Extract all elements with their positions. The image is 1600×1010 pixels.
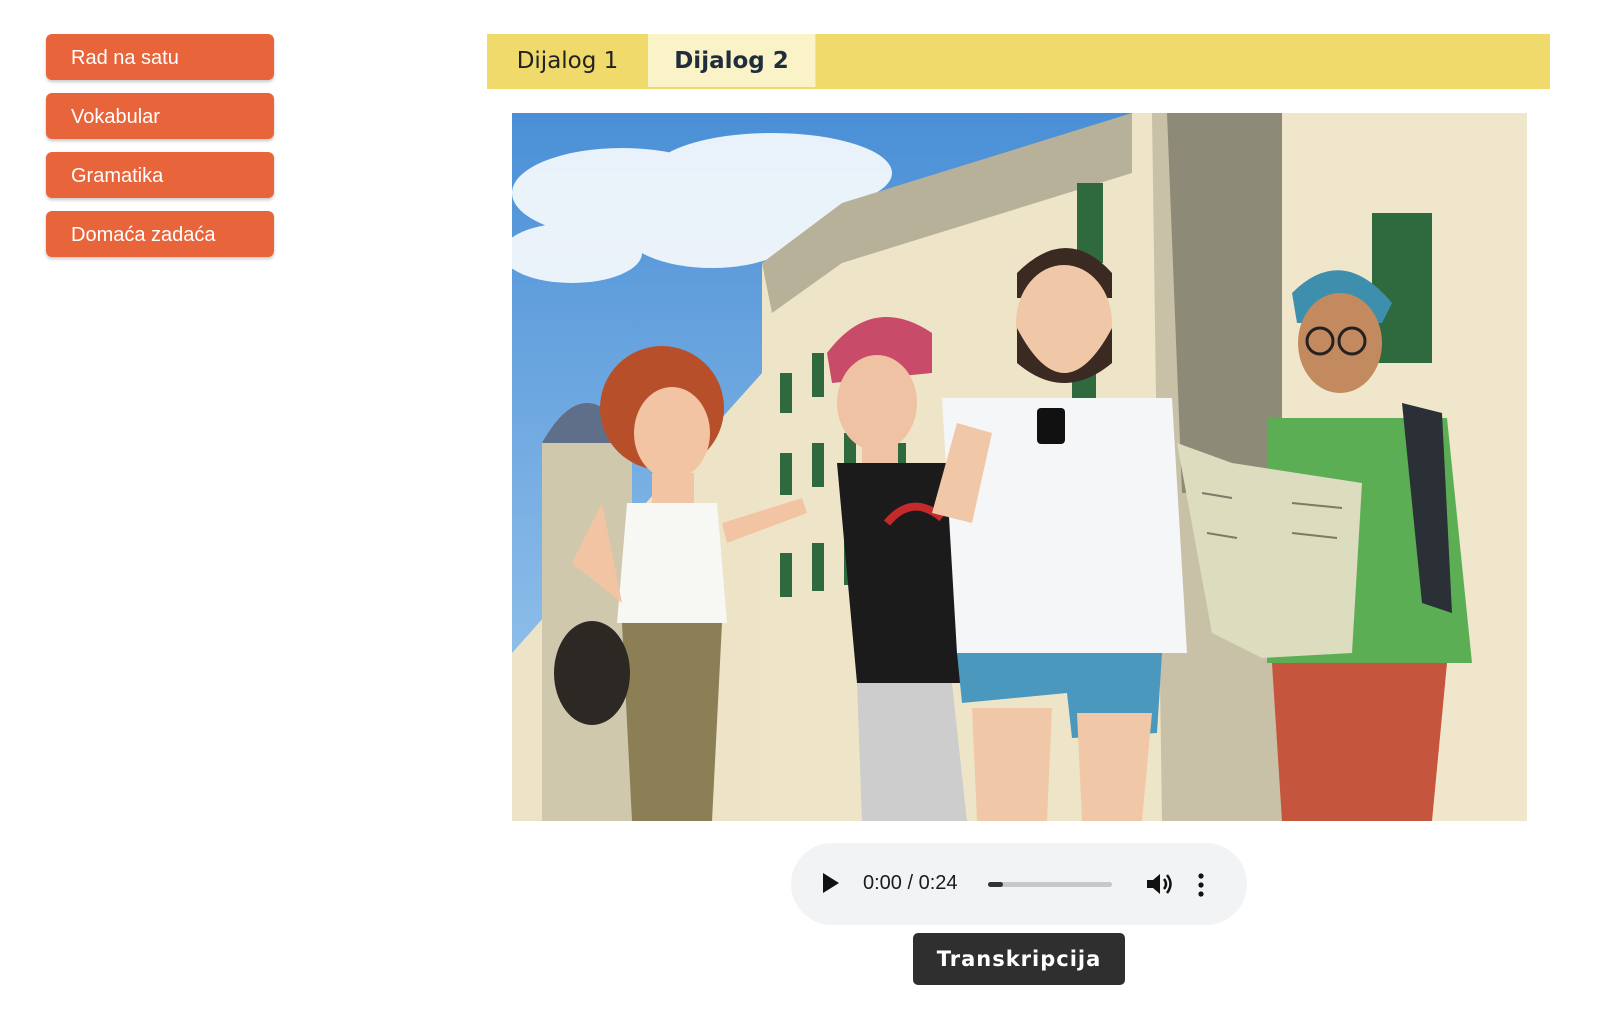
dialog-tab-bar: Dijalog 1 Dijalog 2 bbox=[487, 34, 1550, 89]
volume-icon[interactable] bbox=[1145, 871, 1173, 897]
audio-progress-fill bbox=[988, 882, 1003, 887]
audio-time: 0:00 / 0:24 bbox=[863, 872, 958, 894]
sidebar-item-vokabular[interactable]: Vokabular bbox=[46, 93, 274, 139]
tab-dijalog-1[interactable]: Dijalog 1 bbox=[487, 34, 648, 87]
more-options-icon[interactable] bbox=[1196, 872, 1206, 898]
audio-player: 0:00 / 0:24 bbox=[791, 843, 1247, 925]
play-icon[interactable] bbox=[823, 873, 839, 893]
audio-progress-bar[interactable] bbox=[988, 882, 1112, 887]
tab-dijalog-2[interactable]: Dijalog 2 bbox=[648, 34, 816, 87]
sidebar-item-rad-na-satu[interactable]: Rad na satu bbox=[46, 34, 274, 80]
sidebar-item-domaca-zadaca[interactable]: Domaća zadaća bbox=[46, 211, 274, 257]
dialog-illustration bbox=[502, 113, 1527, 821]
sidebar-item-gramatika[interactable]: Gramatika bbox=[46, 152, 274, 198]
sidebar: Rad na satu Vokabular Gramatika Domaća z… bbox=[46, 34, 274, 270]
transcript-button[interactable]: Transkripcija bbox=[913, 933, 1125, 985]
